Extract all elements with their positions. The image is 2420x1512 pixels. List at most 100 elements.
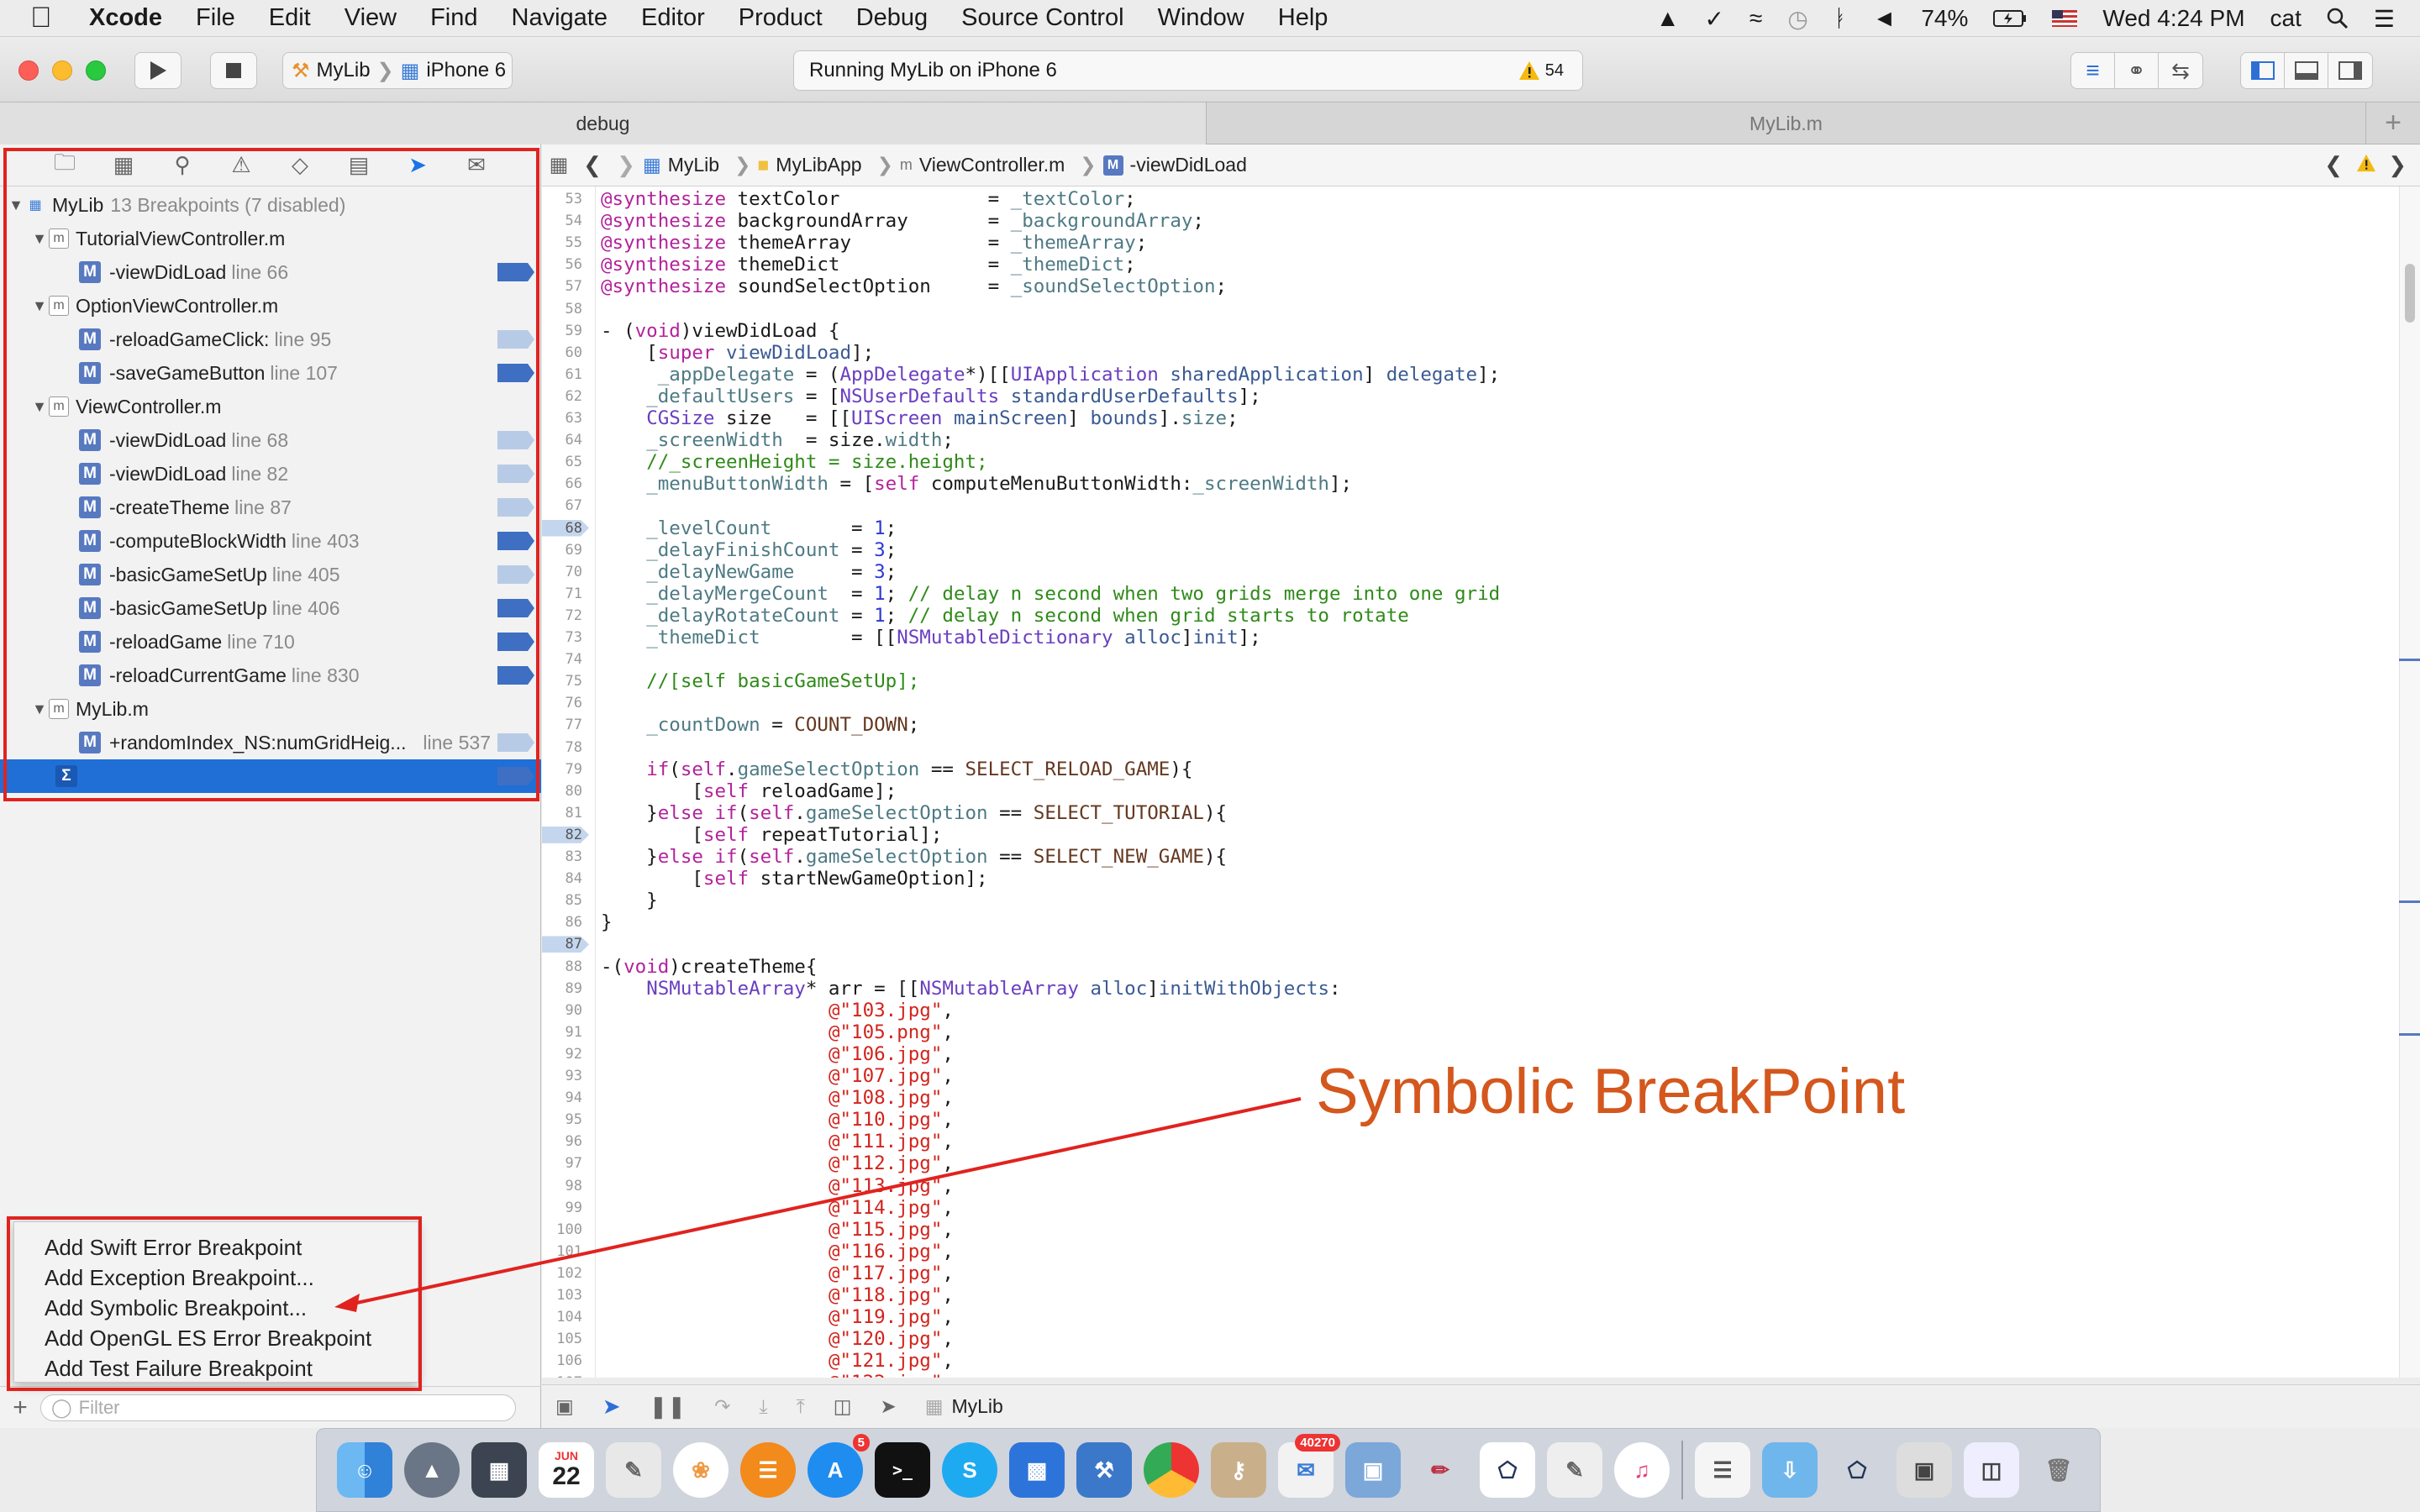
window-stack-icon[interactable]: ◫ [1964, 1442, 2019, 1498]
line-number[interactable]: 86 [542, 914, 589, 931]
textedit-icon[interactable]: ✎ [1547, 1442, 1602, 1498]
code-line[interactable]: 56 @synthesize themeDict = _themeDict; [542, 254, 2391, 276]
code-line[interactable]: 101 @"116.jpg", [542, 1241, 2391, 1263]
code-line[interactable]: 89 NSMutableArray* arr = [[NSMutableArra… [542, 978, 2391, 1000]
code-line[interactable]: 57 @synthesize soundSelectOption = _sound… [542, 276, 2391, 297]
notification-center-icon[interactable]: ☰ [2374, 5, 2395, 33]
line-number[interactable]: 99 [542, 1200, 589, 1216]
code-line[interactable]: 66 _menuButtonWidth = [self computeMenuB… [542, 473, 2391, 495]
line-number[interactable]: 63 [542, 410, 589, 427]
code-line[interactable]: 100 @"115.jpg", [542, 1219, 2391, 1241]
next-issue-arrow-icon[interactable]: ❯ [2388, 152, 2407, 178]
menu-debug[interactable]: Debug [856, 4, 928, 32]
screenshot-icon[interactable]: ▣ [1897, 1442, 1952, 1498]
photos-icon[interactable]: ❀ [673, 1442, 729, 1498]
code-line[interactable]: 70 _delayNewGame = 3; [542, 561, 2391, 583]
navigator-toggle-icon[interactable] [2241, 53, 2285, 88]
code-line[interactable]: 98 @"113.jpg", [542, 1175, 2391, 1197]
menu-file[interactable]: File [196, 4, 235, 32]
version-editor-icon[interactable]: ⇆ [2159, 53, 2202, 88]
line-number[interactable]: 105 [542, 1331, 589, 1347]
line-number[interactable]: 55 [542, 234, 589, 251]
menu-edit[interactable]: Edit [269, 4, 311, 32]
apple-menu-icon[interactable]:  [30, 2, 64, 34]
line-number[interactable]: 67 [542, 497, 589, 514]
geogebra-file-icon[interactable]: ⬠ [1829, 1442, 1885, 1498]
geogebra-icon[interactable]: ⬠ [1480, 1442, 1535, 1498]
line-number[interactable]: 75 [542, 673, 589, 690]
scheme-selector[interactable]: ⚒ MyLib ❯ ▦ iPhone 6 [282, 52, 513, 89]
breadcrumb-group[interactable]: ■ MyLibApp [757, 154, 861, 176]
line-number[interactable]: 98 [542, 1178, 589, 1194]
line-number[interactable]: 95 [542, 1111, 589, 1128]
code-line[interactable]: 84 [self startNewGameOption]; [542, 868, 2391, 890]
location-icon[interactable]: ➤ [880, 1395, 896, 1418]
hide-debug-area-icon[interactable]: ▣ [555, 1395, 574, 1418]
code-line[interactable]: 62 _defaultUsers = [NSUserDefaults stand… [542, 386, 2391, 407]
line-number-breakpoint[interactable]: 87 [542, 936, 589, 953]
tab-debug[interactable]: debug [0, 102, 1207, 144]
line-number[interactable]: 103 [542, 1287, 589, 1304]
code-line[interactable]: 69 _delayFinishCount = 3; [542, 539, 2391, 561]
line-number[interactable]: 101 [542, 1243, 589, 1260]
calendar-icon[interactable]: JUN 22 [539, 1442, 594, 1498]
xcode-icon[interactable]: ⚒ [1076, 1442, 1132, 1498]
line-number[interactable]: 79 [542, 761, 589, 778]
code-line[interactable]: 59 - (void)viewDidLoad { [542, 320, 2391, 342]
code-line[interactable]: 83 }else if(self.gameSelectOption == SEL… [542, 846, 2391, 868]
spotlight-search-icon[interactable] [2327, 8, 2349, 29]
mail-icon[interactable]: ✉ 40270 [1278, 1434, 1340, 1498]
line-number[interactable]: 100 [542, 1221, 589, 1238]
line-number[interactable]: 73 [542, 629, 589, 646]
volume-icon[interactable]: ◄ [1873, 5, 1897, 32]
code-line[interactable]: 54 @synthesize backgroundArray = _backgro… [542, 210, 2391, 232]
line-number[interactable]: 64 [542, 432, 589, 449]
zoom-window-button[interactable] [86, 60, 106, 81]
chrome-icon[interactable] [1144, 1442, 1199, 1498]
code-line[interactable]: 99 @"114.jpg", [542, 1197, 2391, 1219]
editor-scrollbar[interactable] [2399, 186, 2420, 1378]
line-number[interactable]: 102 [542, 1265, 589, 1282]
line-number[interactable]: 56 [542, 256, 589, 273]
trash-icon[interactable]: 🗑 [2031, 1442, 2086, 1498]
line-number[interactable]: 97 [542, 1155, 589, 1172]
filter-field[interactable]: ◯ Filter [40, 1394, 516, 1421]
related-items-icon[interactable]: ▦ [542, 153, 576, 177]
line-number[interactable]: 60 [542, 344, 589, 361]
code-line[interactable]: 96 @"111.jpg", [542, 1131, 2391, 1152]
code-line[interactable]: 64 _screenWidth = size.width; [542, 429, 2391, 451]
line-number[interactable]: 80 [542, 783, 589, 800]
menu-editor[interactable]: Editor [641, 4, 705, 32]
line-number[interactable]: 90 [542, 1002, 589, 1019]
code-line[interactable]: 79 if(self.gameSelectOption == SELECT_RE… [542, 759, 2391, 780]
user-name[interactable]: cat [2270, 5, 2302, 32]
line-number[interactable]: 61 [542, 366, 589, 383]
terminal-icon[interactable]: >_ [875, 1442, 930, 1498]
line-number[interactable]: 78 [542, 739, 589, 756]
app-store-icon[interactable]: A5 [808, 1434, 870, 1498]
drive-icon[interactable]: ▲ [1656, 5, 1680, 32]
target-process[interactable]: ▦ MyLib [925, 1395, 1003, 1418]
check-shield-icon[interactable]: ✓ [1705, 5, 1724, 33]
breadcrumb-method[interactable]: M -viewDidLoad [1102, 154, 1247, 176]
prev-issue-arrow-icon[interactable]: ❮ [2324, 152, 2343, 178]
bluetooth-icon[interactable]: ᛓ [1833, 5, 1848, 32]
step-out-icon[interactable]: ⤒ [797, 1395, 805, 1418]
line-number[interactable]: 77 [542, 717, 589, 733]
step-into-icon[interactable]: ⤓ [759, 1395, 767, 1418]
code-line[interactable]: 78 [542, 737, 2391, 759]
line-number[interactable]: 72 [542, 607, 589, 624]
pencil-app-icon[interactable]: ✏ [1413, 1442, 1468, 1498]
standard-editor-icon[interactable]: ≡ [2071, 53, 2115, 88]
line-number[interactable]: 89 [542, 980, 589, 997]
step-over-icon[interactable]: ↷ [714, 1395, 730, 1418]
tab-mylib[interactable]: MyLib.m [1207, 102, 2366, 144]
battery-percent[interactable]: 74% [1921, 5, 1968, 32]
line-number[interactable]: 65 [542, 454, 589, 470]
line-number[interactable]: 81 [542, 805, 589, 822]
code-line[interactable]: 97 @"112.jpg", [542, 1152, 2391, 1174]
code-line[interactable]: 63 CGSize size = [[UIScreen mainScreen] … [542, 407, 2391, 429]
skype-icon[interactable]: S [942, 1442, 997, 1498]
breakpoints-toggle-icon[interactable]: ➤ [602, 1394, 621, 1420]
code-line[interactable]: 73 _themeDict = [[NSMutableDictionary al… [542, 627, 2391, 648]
